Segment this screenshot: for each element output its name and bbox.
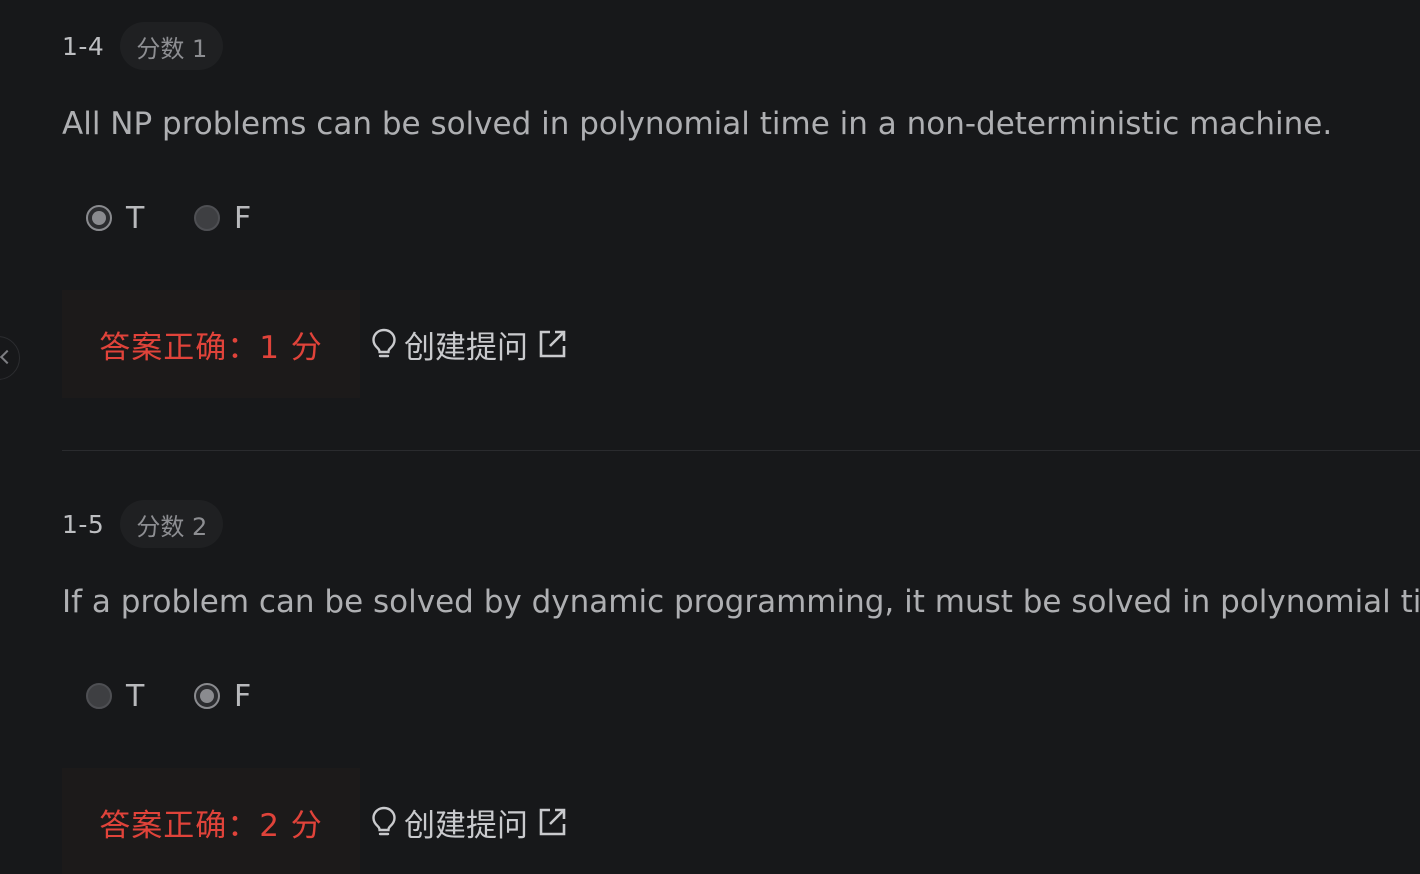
answer-options: T F — [62, 672, 1420, 720]
option-true[interactable]: T — [86, 194, 144, 242]
question-header: 1-5 分数 2 — [62, 500, 1420, 548]
option-false[interactable]: F — [194, 672, 251, 720]
result-row: 答案正确：2 分 创建提问 — [62, 768, 1420, 874]
lightbulb-icon — [370, 327, 398, 361]
create-question-link[interactable]: 创建提问 — [370, 322, 568, 367]
answer-options: T F — [62, 194, 1420, 242]
question-card: 1-4 分数 1 All NP problems can be solved i… — [62, 22, 1420, 398]
option-label: F — [234, 200, 252, 236]
radio-button-selected[interactable] — [194, 683, 220, 709]
sidebar-collapse-button[interactable] — [0, 336, 20, 380]
question-text: If a problem can be solved by dynamic pr… — [62, 584, 1420, 620]
option-label: T — [126, 678, 145, 714]
question-number: 1-4 — [62, 31, 105, 61]
result-status: 答案正确：2 分 — [62, 768, 360, 874]
option-label: T — [126, 200, 145, 236]
score-badge: 分数 2 — [120, 500, 224, 548]
create-question-label: 创建提问 — [404, 329, 528, 366]
result-status: 答案正确：1 分 — [62, 290, 360, 398]
lightbulb-icon — [370, 805, 398, 839]
option-false[interactable]: F — [194, 194, 251, 242]
question-text: All NP problems can be solved in polynom… — [62, 106, 1333, 142]
radio-button[interactable] — [194, 205, 220, 231]
external-link-icon — [536, 806, 568, 838]
result-row: 答案正确：1 分 创建提问 — [62, 290, 1420, 398]
question-header: 1-4 分数 1 — [62, 22, 1420, 70]
create-question-label: 创建提问 — [404, 807, 528, 844]
score-badge: 分数 1 — [120, 22, 224, 70]
question-divider — [62, 450, 1420, 451]
radio-button-selected[interactable] — [86, 205, 112, 231]
create-question-link[interactable]: 创建提问 — [370, 800, 568, 845]
option-label: F — [234, 678, 252, 714]
question-number: 1-5 — [62, 509, 105, 539]
option-true[interactable]: T — [86, 672, 144, 720]
question-card: 1-5 分数 2 If a problem can be solved by d… — [62, 500, 1420, 874]
external-link-icon — [536, 328, 568, 360]
question-list-page: 1-4 分数 1 All NP problems can be solved i… — [0, 0, 1420, 874]
radio-button[interactable] — [86, 683, 112, 709]
chevron-left-icon — [0, 349, 15, 365]
